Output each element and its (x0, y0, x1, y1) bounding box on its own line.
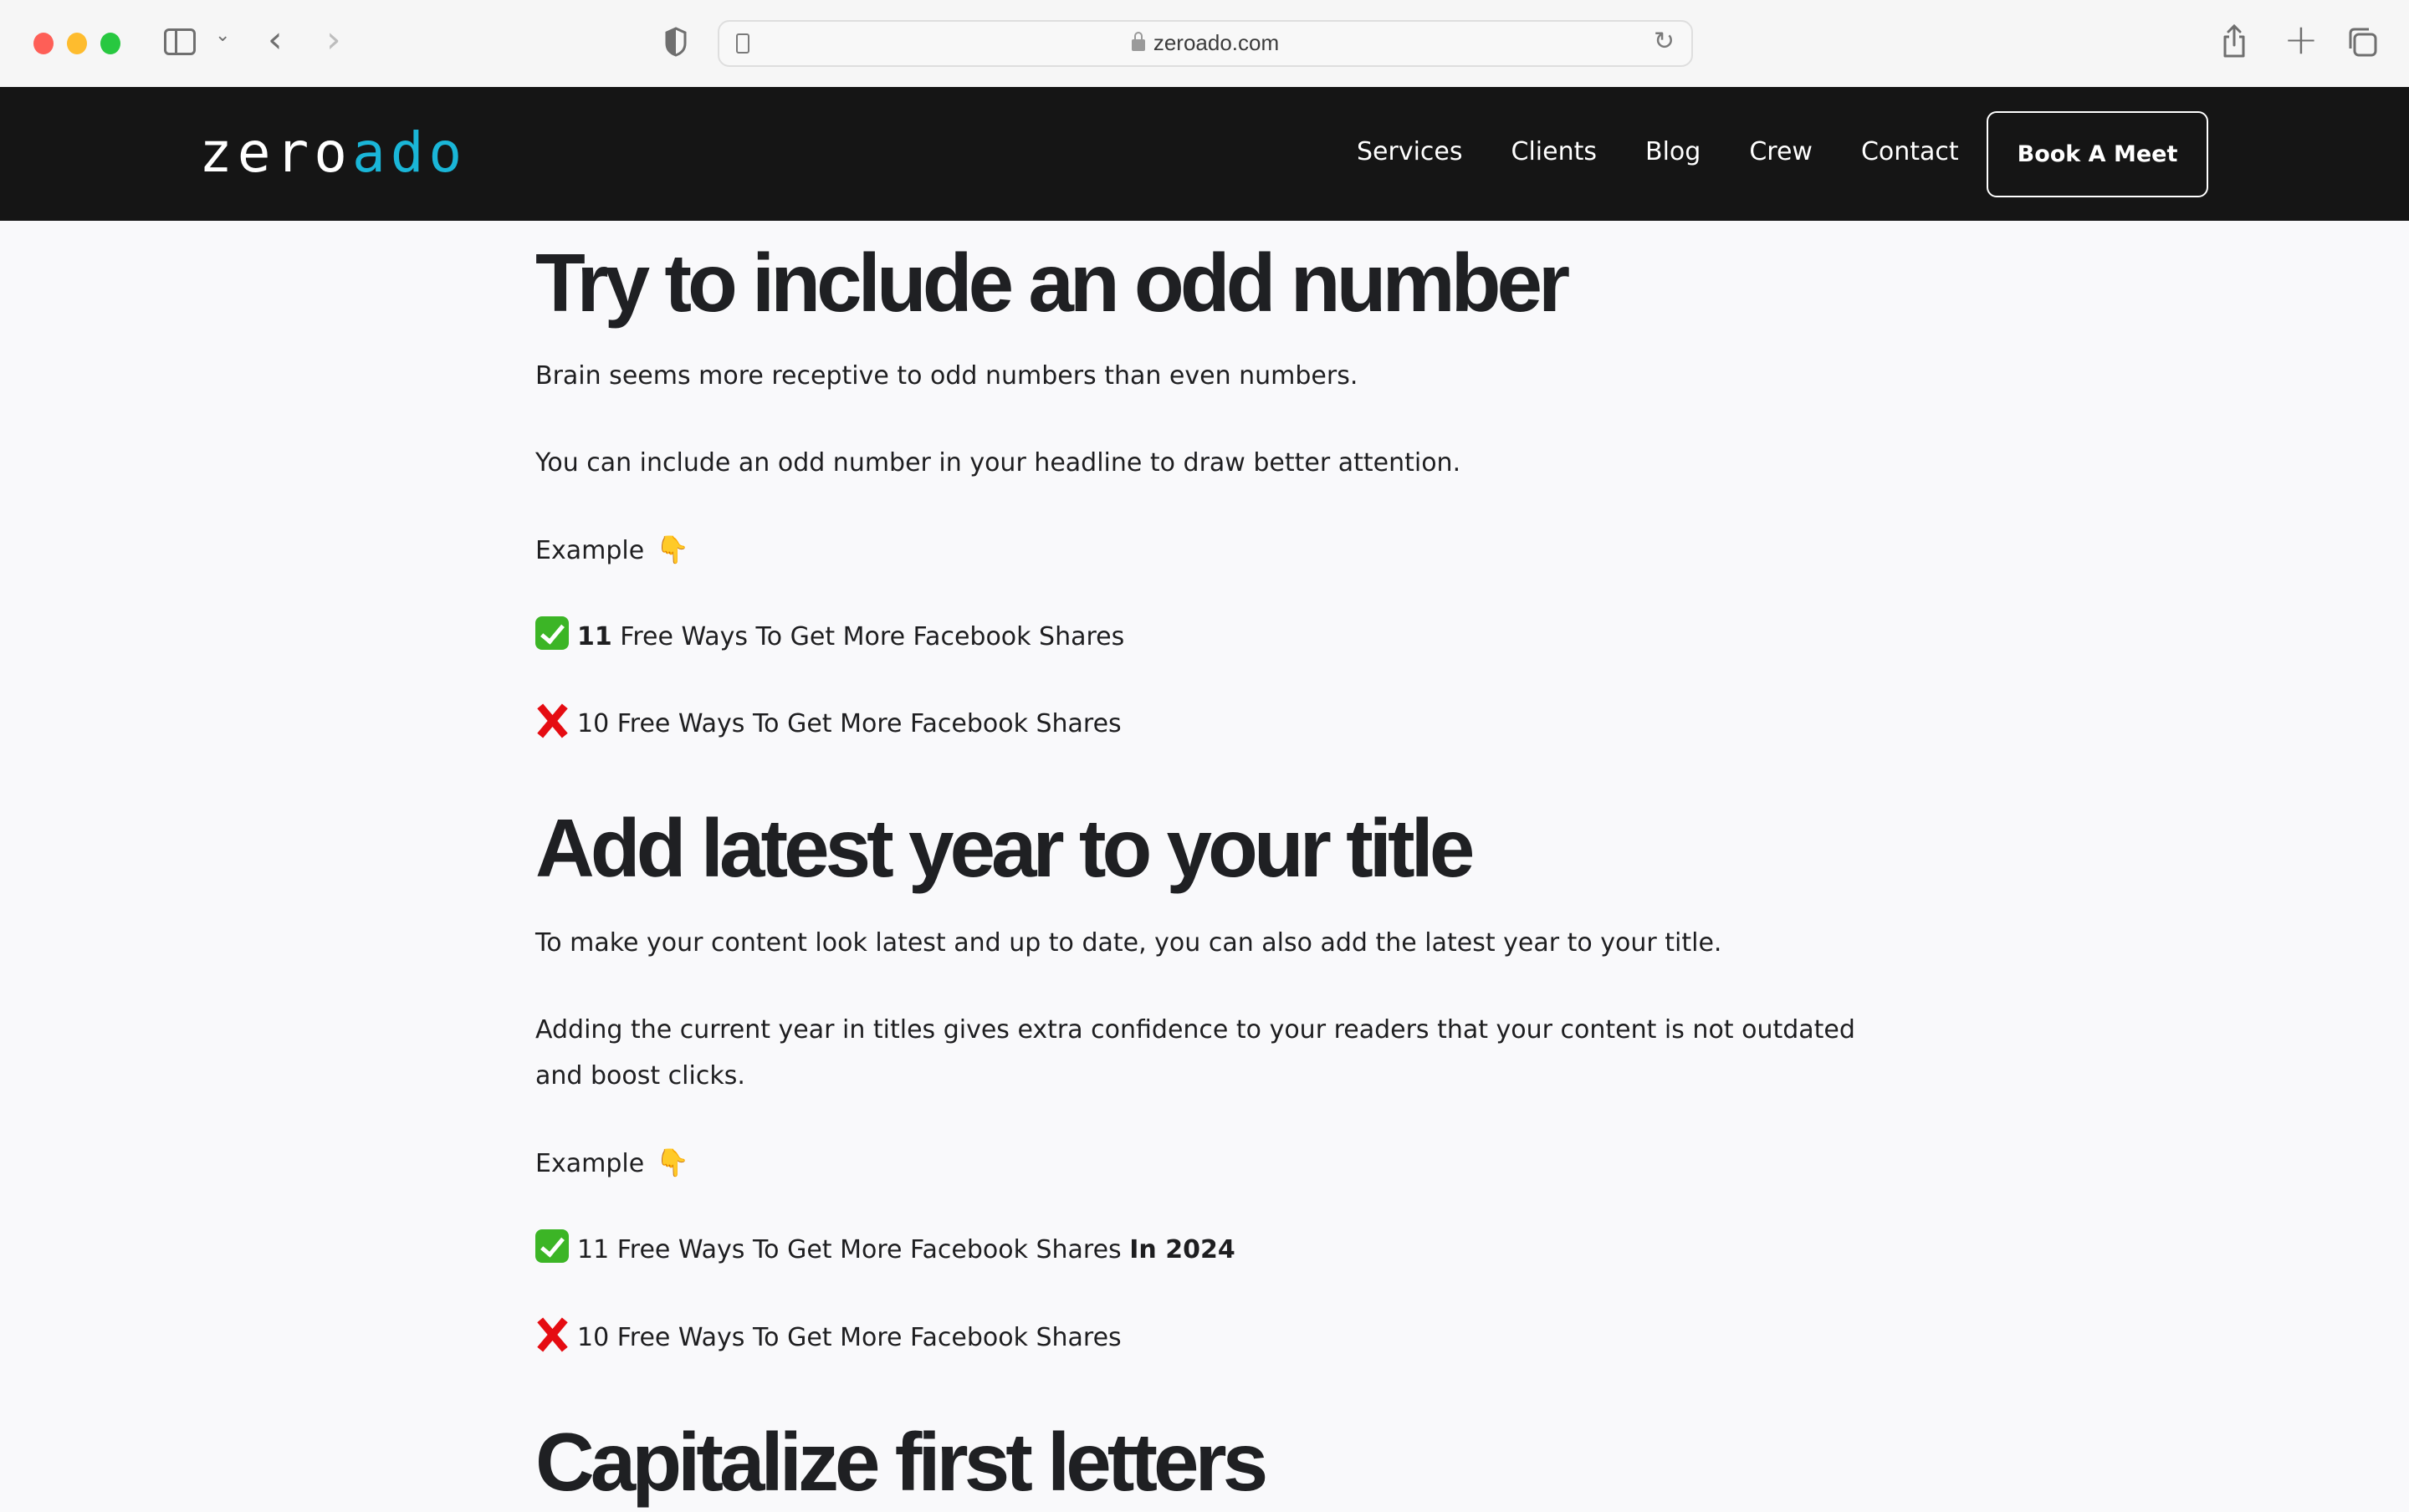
example-label: Example 👇 (535, 1140, 689, 1187)
good-example: 11 Free Ways To Get More Facebook Shares (535, 614, 1124, 660)
bad-example: 10 Free Ways To Get More Facebook Shares (535, 1315, 1122, 1361)
nav-crew[interactable]: Crew (1749, 135, 1813, 169)
url-display[interactable]: zeroado.com (719, 30, 1691, 56)
privacy-shield-icon[interactable] (664, 27, 688, 57)
address-bar[interactable]: zeroado.com ↻ (718, 20, 1693, 67)
cross-mark-icon (535, 703, 569, 737)
book-a-meet-button[interactable]: Book A Meet (1987, 111, 2208, 197)
section-heading-capitalize: Capitalize first letters (535, 1416, 1268, 1508)
url-text: zeroado.com (1153, 30, 1280, 55)
nav-contact[interactable]: Contact (1861, 135, 1959, 169)
nav-blog[interactable]: Blog (1645, 135, 1701, 169)
chevron-down-icon[interactable]: ⌄ (215, 25, 230, 46)
nav-services[interactable]: Services (1357, 135, 1463, 169)
bad-example: 10 Free Ways To Get More Facebook Shares (535, 701, 1122, 747)
check-mark-icon (535, 616, 569, 650)
reload-icon[interactable]: ↻ (1654, 27, 1675, 56)
nav-clients[interactable]: Clients (1511, 135, 1597, 169)
example-text: Example (535, 1149, 645, 1178)
close-window-button[interactable] (33, 33, 54, 54)
paragraph: You can include an odd number in your he… (535, 448, 1461, 478)
cross-mark-icon (535, 1317, 569, 1351)
pointing-down-icon: 👇 (656, 1147, 689, 1178)
good-example-text: Free Ways To Get More Facebook Shares (611, 622, 1125, 651)
back-icon[interactable]: ‹ (268, 18, 283, 61)
maximize-window-button[interactable] (100, 33, 120, 54)
example-label: Example 👇 (535, 527, 689, 574)
check-mark-icon (535, 1229, 569, 1263)
tab-overview-icon[interactable] (2347, 27, 2377, 57)
main-nav: Services Clients Blog Crew Contact (1357, 135, 2008, 169)
good-example: 11 Free Ways To Get More Facebook Shares… (535, 1227, 1235, 1273)
paragraph: Adding the current year in titles gives … (535, 1015, 1855, 1091)
logo-text-ado: ado (351, 120, 468, 185)
paragraph: To make your content look latest and up … (535, 928, 1722, 958)
section-heading-odd-number: Try to include an odd number (535, 237, 1570, 329)
logo[interactable]: zeroado (199, 124, 467, 182)
logo-text-zero: zero (199, 120, 352, 185)
browser-toolbar: ⌄ ‹ › zeroado.com ↻ + (0, 0, 2409, 88)
section-heading-latest-year: Add latest year to your title (535, 802, 1475, 894)
bad-example-text: 10 Free Ways To Get More Facebook Shares (577, 1323, 1122, 1352)
good-example-text: 11 Free Ways To Get More Facebook Shares (577, 1235, 1130, 1264)
bad-example-text: 10 Free Ways To Get More Facebook Shares (577, 709, 1122, 738)
lock-icon (1131, 32, 1145, 51)
minimize-window-button[interactable] (67, 33, 87, 54)
new-tab-icon[interactable]: + (2284, 15, 2319, 64)
example-text: Example (535, 536, 645, 565)
sidebar-toggle-icon[interactable] (164, 28, 196, 55)
share-icon[interactable] (2222, 23, 2247, 59)
good-example-bold: 11 (577, 622, 612, 651)
pointing-down-icon: 👇 (656, 534, 689, 565)
paragraph: Brain seems more receptive to odd number… (535, 361, 1358, 391)
forward-icon[interactable]: › (326, 18, 341, 61)
site-header: zeroado Services Clients Blog Crew Conta… (0, 87, 2409, 221)
good-example-bold: In 2024 (1129, 1235, 1235, 1264)
